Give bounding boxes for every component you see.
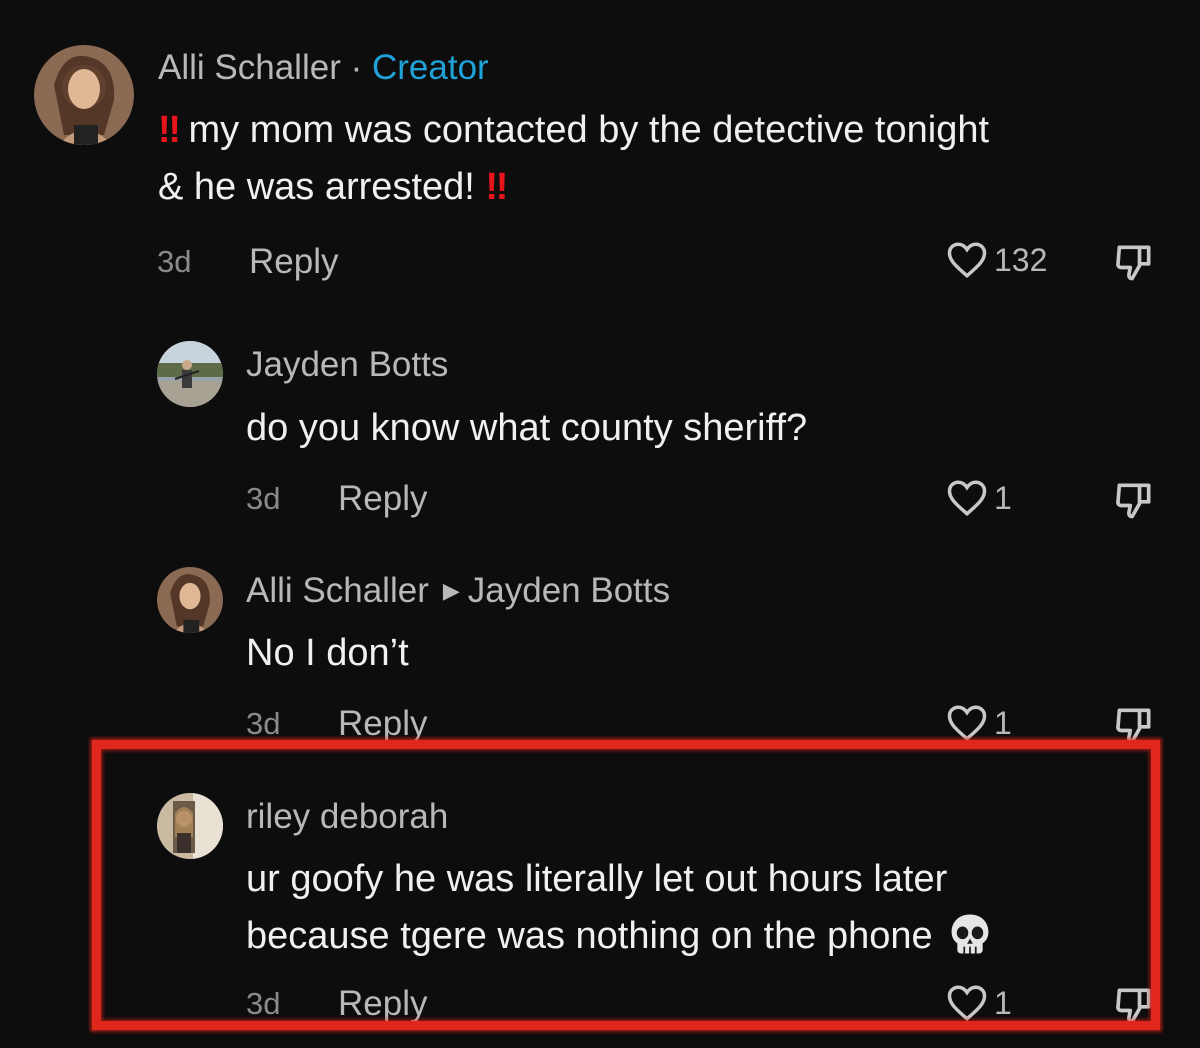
comment-author[interactable]: Alli Schaller · Creator xyxy=(158,48,489,88)
heart-outline-icon xyxy=(947,242,987,279)
reply-to-author[interactable]: Jayden Botts xyxy=(468,571,670,610)
comment-text: No I don’t xyxy=(246,632,409,674)
avatar-jayden-botts[interactable] xyxy=(157,341,223,407)
comment-author[interactable]: Alli Schaller ▶ Jayden Botts xyxy=(246,571,670,611)
avatar-alli-schaller[interactable] xyxy=(157,567,223,633)
like-button[interactable]: 1 xyxy=(946,478,1012,518)
thumbs-down-icon[interactable] xyxy=(1112,478,1156,522)
like-count: 1 xyxy=(994,984,1012,1021)
like-button[interactable]: 1 xyxy=(946,983,1012,1023)
thumbs-down-icon[interactable] xyxy=(1112,703,1156,747)
comment-time: 3d xyxy=(246,706,281,741)
avatar-riley-deborah[interactable] xyxy=(157,793,223,859)
comment-time: 3d xyxy=(246,481,281,516)
comment-time: 3d xyxy=(157,244,192,279)
heart-outline-icon xyxy=(947,705,987,742)
skull-emoji xyxy=(951,914,989,954)
reply-arrow-icon: ▶ xyxy=(442,578,460,603)
reply-button[interactable]: Reply xyxy=(338,704,427,744)
comment-text: do you know what county sheriff? xyxy=(246,407,808,449)
like-count: 1 xyxy=(994,704,1012,741)
creator-badge: Creator xyxy=(371,48,489,87)
comment-time: 3d xyxy=(246,986,281,1021)
reply-button[interactable]: Reply xyxy=(249,242,338,282)
comment-text: ur goofy he was literally let out hours … xyxy=(246,851,993,965)
like-button[interactable]: 132 xyxy=(946,240,1047,280)
comment-text: ‼ my mom was contacted by the detective … xyxy=(158,109,990,208)
thumbs-down-icon[interactable] xyxy=(1112,240,1156,284)
comment-author[interactable]: Jayden Botts xyxy=(246,345,448,385)
like-button[interactable]: 1 xyxy=(946,703,1012,743)
thumbs-down-icon[interactable] xyxy=(1112,983,1156,1027)
heart-outline-icon xyxy=(947,480,987,517)
avatar-alli-schaller[interactable] xyxy=(34,45,134,145)
heart-outline-icon xyxy=(947,985,987,1022)
reply-button[interactable]: Reply xyxy=(338,479,427,519)
comment-author[interactable]: riley deborah xyxy=(246,797,448,837)
double-exclamation-emoji: ‼ xyxy=(158,109,181,151)
reply-button[interactable]: Reply xyxy=(338,984,427,1024)
like-count: 132 xyxy=(994,241,1048,278)
double-exclamation-emoji: ‼ xyxy=(485,166,508,208)
like-count: 1 xyxy=(994,479,1012,516)
